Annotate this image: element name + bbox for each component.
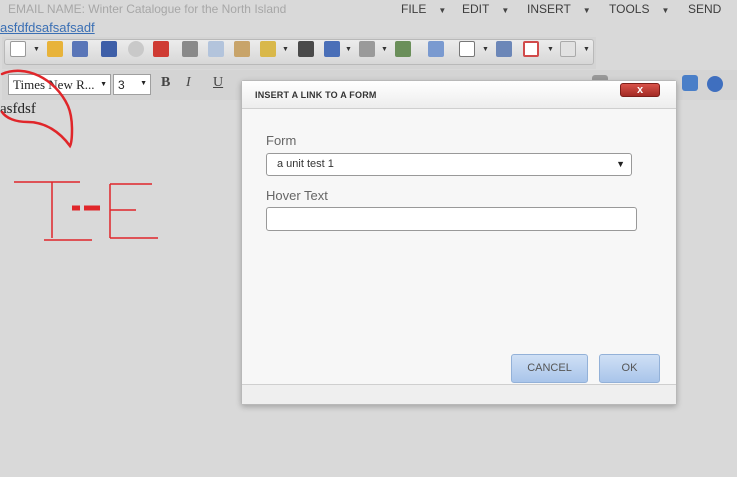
chevron-down-icon[interactable]: ▼ bbox=[547, 46, 554, 53]
form-select-value: a unit test 1 bbox=[277, 158, 334, 170]
format-brush-icon[interactable] bbox=[260, 41, 276, 57]
undo-icon[interactable] bbox=[324, 41, 340, 57]
chevron-down-icon[interactable]: ▼ bbox=[345, 46, 352, 53]
link-icon[interactable] bbox=[428, 41, 444, 57]
chevron-down-icon[interactable]: ▼ bbox=[33, 46, 40, 53]
chevron-down-icon[interactable]: ▼ bbox=[381, 46, 388, 53]
cut-icon[interactable] bbox=[182, 41, 198, 57]
menu-tools[interactable]: TOOLS ▼ bbox=[609, 2, 669, 16]
save-icon[interactable] bbox=[72, 41, 88, 57]
menu-send[interactable]: SEND bbox=[688, 2, 721, 16]
new-document-icon[interactable] bbox=[10, 41, 26, 57]
dialog-body: Form a unit test 1 ▼ Hover Text CANCEL O… bbox=[242, 109, 676, 403]
image-icon[interactable] bbox=[395, 41, 411, 57]
hover-text-label: Hover Text bbox=[266, 188, 328, 203]
cancel-button[interactable]: CANCEL bbox=[511, 354, 588, 383]
document-icon[interactable] bbox=[459, 41, 475, 57]
subject-link[interactable]: asfdfdsafsafsadf bbox=[0, 20, 95, 35]
save-as-icon[interactable] bbox=[101, 41, 117, 57]
insert-form-link-dialog: INSERT A LINK TO A FORM x Form a unit te… bbox=[241, 80, 677, 405]
form-select[interactable]: a unit test 1 ▼ bbox=[266, 153, 632, 176]
button-icon[interactable] bbox=[523, 41, 539, 57]
paste-icon[interactable] bbox=[234, 41, 250, 57]
field-icon[interactable] bbox=[560, 41, 576, 57]
chevron-down-icon[interactable]: ▼ bbox=[482, 46, 489, 53]
copy-icon[interactable] bbox=[208, 41, 224, 57]
underline-button[interactable]: U bbox=[213, 75, 223, 91]
chevron-down-icon[interactable]: ▼ bbox=[583, 46, 590, 53]
close-icon: x bbox=[636, 84, 644, 96]
help-icon[interactable] bbox=[707, 76, 723, 92]
chevron-down-icon: ▼ bbox=[501, 6, 510, 15]
pdf-icon[interactable] bbox=[153, 41, 169, 57]
menu-edit[interactable]: EDIT ▼ bbox=[462, 2, 509, 16]
chevron-down-icon: ▼ bbox=[438, 6, 447, 15]
menu-file[interactable]: FILE ▼ bbox=[401, 2, 446, 16]
dialog-footer bbox=[242, 384, 676, 404]
redo-icon[interactable] bbox=[359, 41, 375, 57]
email-name-label: EMAIL NAME: Winter Catalogue for the Nor… bbox=[8, 2, 287, 16]
dialog-header: INSERT A LINK TO A FORM x bbox=[242, 81, 676, 109]
form-label: Form bbox=[266, 133, 297, 148]
ok-button[interactable]: OK bbox=[599, 354, 660, 383]
handwriting-annotation bbox=[0, 69, 158, 241]
close-button[interactable]: x bbox=[620, 83, 660, 97]
find-icon[interactable] bbox=[298, 41, 314, 57]
spellcheck-icon[interactable] bbox=[682, 75, 698, 91]
hover-text-input[interactable] bbox=[266, 207, 637, 231]
menu-insert[interactable]: INSERT ▼ bbox=[527, 2, 591, 16]
chevron-down-icon[interactable]: ▼ bbox=[282, 46, 289, 53]
form-icon[interactable] bbox=[496, 41, 512, 57]
open-folder-icon[interactable] bbox=[47, 41, 63, 57]
dialog-title: INSERT A LINK TO A FORM bbox=[255, 90, 377, 100]
italic-button[interactable]: I bbox=[186, 75, 191, 91]
chevron-down-icon: ▼ bbox=[661, 6, 670, 15]
app-header: EMAIL NAME: Winter Catalogue for the Nor… bbox=[0, 0, 737, 20]
preview-icon[interactable] bbox=[128, 41, 144, 57]
chevron-down-icon: ▼ bbox=[582, 6, 591, 15]
chevron-down-icon: ▼ bbox=[616, 159, 625, 169]
